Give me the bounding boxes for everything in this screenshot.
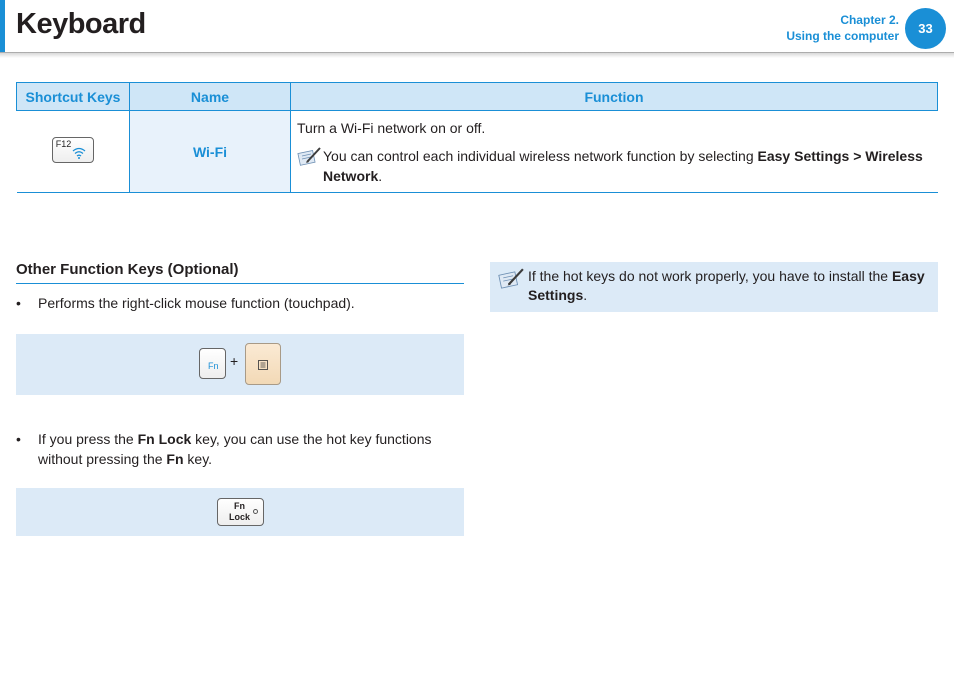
plus-sign: + — [230, 353, 239, 369]
chapter-title: Using the computer — [786, 29, 899, 43]
easy-settings-note: If the hot keys do not work properly, yo… — [490, 262, 938, 312]
chapter-label: Chapter 2. Using the computer — [786, 12, 899, 44]
header-accent-bar — [0, 0, 5, 52]
f12-key-label: F12 — [55, 139, 72, 149]
function-note-text: You can control each individual wireless… — [323, 146, 932, 186]
function-cell: Turn a Wi-Fi network on or off. You can … — [290, 110, 938, 193]
chapter-number: Chapter 2. — [840, 13, 899, 27]
table-header-row: Shortcut Keys Name Function — [16, 82, 938, 111]
bullet2-bold-fn: Fn — [166, 451, 184, 467]
fn-menu-key-illustration: Fn + — [16, 334, 464, 395]
fn-lock-led-icon — [253, 509, 258, 514]
note-text-prefix: You can control each individual wireless… — [323, 147, 758, 164]
bullet-right-click-text: Performs the right-click mouse function … — [38, 295, 355, 311]
shortcut-keys-table: Shortcut Keys Name Function F12 Wi-Fi Tu… — [16, 82, 938, 193]
page-number-badge: 33 — [905, 8, 946, 49]
note-suffix: . — [583, 287, 588, 303]
header-shadow — [0, 52, 954, 58]
wifi-icon — [72, 147, 86, 159]
fn-key-label: Fn — [208, 361, 219, 371]
note-pen-icon — [297, 146, 321, 166]
function-description: Turn a Wi-Fi network on or off. — [297, 119, 486, 136]
bullet2-text-a: If you press the — [38, 431, 138, 447]
shortcut-key-cell: F12 — [16, 110, 130, 193]
bullet2-bold-fn-lock: Fn Lock — [137, 431, 192, 447]
section-divider — [16, 283, 464, 284]
menu-key-icon — [258, 360, 268, 370]
note-bold-easy-settings: Easy Settings > — [757, 147, 862, 164]
table-row: F12 Wi-Fi Turn a Wi-Fi network on or off… — [16, 110, 938, 193]
bullet-fn-lock-text: If you press the Fn Lock key, you can us… — [38, 429, 466, 469]
column-header-shortcut-keys: Shortcut Keys — [16, 82, 130, 111]
note-text: If the hot keys do not work properly, yo… — [528, 268, 892, 284]
fn-lock-key-illustration: Fn Lock — [16, 488, 464, 536]
key-name-cell: Wi-Fi — [129, 110, 291, 193]
f12-keycap: F12 — [51, 137, 94, 163]
bullet-dot: • — [16, 431, 21, 447]
fn-lock-label-line1: Fn — [234, 501, 245, 511]
column-header-name: Name — [129, 82, 291, 111]
bullet-dot: • — [16, 295, 21, 311]
function-note: You can control each individual wireless… — [297, 146, 932, 186]
page-title: Keyboard — [16, 8, 146, 40]
menu-keycap — [245, 343, 281, 385]
bullet-right-click: • Performs the right-click mouse functio… — [16, 293, 466, 313]
section-title-other-function-keys: Other Function Keys (Optional) — [16, 261, 239, 278]
note-text-suffix: . — [378, 167, 383, 184]
fn-lock-keycap: Fn Lock — [217, 498, 264, 526]
column-header-function: Function — [290, 82, 938, 111]
bullet-fn-lock: • If you press the Fn Lock key, you can … — [16, 429, 466, 469]
easy-settings-note-text: If the hot keys do not work properly, yo… — [528, 267, 928, 305]
note-pen-icon — [498, 268, 524, 289]
bullet2-text-c: key. — [183, 451, 213, 467]
fn-keycap: Fn — [199, 348, 226, 379]
fn-lock-label-line2: Lock — [229, 512, 251, 522]
